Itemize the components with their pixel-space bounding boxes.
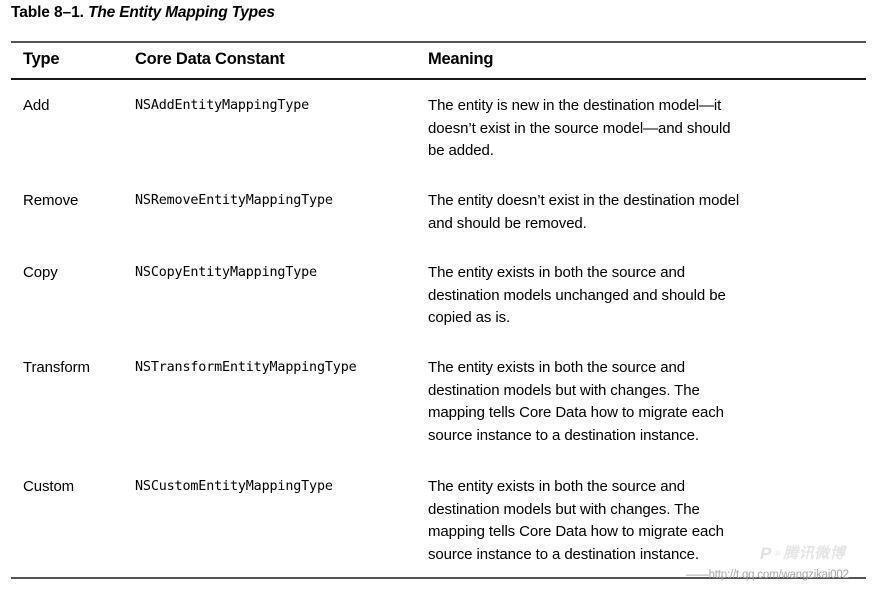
cell-meaning-line: The entity doesn’t exist in the destinat… — [428, 192, 740, 209]
cell-meaning-line: source instance to a destination instanc… — [428, 426, 699, 444]
cell-meaning-line: and should be removed. — [428, 214, 587, 232]
cell-meaning-line: The entity exists in both the source and — [428, 478, 685, 495]
cell-meaning-line: destination models but with changes. The — [428, 500, 700, 518]
cell-type: Copy — [23, 264, 58, 281]
cell-meaning-line: The entity is new in the destination mod… — [428, 97, 722, 114]
cell-meaning-line: mapping tells Core Data how to migrate e… — [428, 404, 724, 421]
cell-meaning-line: doesn’t exist in the source model—and sh… — [428, 119, 731, 137]
cell-type: Remove — [23, 192, 79, 209]
cell-core-data-constant: NSCopyEntityMappingType — [135, 265, 317, 280]
cell-meaning-line: destination models unchanged and should … — [428, 286, 726, 304]
table-page: Table 8–1. The Entity Mapping Types Type… — [0, 0, 880, 592]
cell-meaning: The entity exists in both the source and… — [428, 357, 868, 447]
cell-type: Transform — [23, 359, 90, 376]
cell-meaning: The entity exists in both the source and… — [428, 476, 868, 566]
cell-meaning-line: The entity exists in both the source and — [428, 359, 685, 376]
cell-meaning-line: be added. — [428, 142, 494, 159]
cell-type: Custom — [23, 478, 75, 495]
cell-meaning-line: source instance to a destination instanc… — [428, 545, 699, 563]
cell-meaning: The entity is new in the destination mod… — [428, 95, 868, 163]
table-body: Add NSAddEntityMappingType The entity is n… — [0, 0, 880, 592]
cell-core-data-constant: NSCustomEntityMappingType — [135, 479, 333, 494]
cell-meaning: The entity doesn’t exist in the destinat… — [428, 190, 868, 235]
cell-core-data-constant: NSRemoveEntityMappingType — [135, 193, 333, 208]
cell-meaning: The entity exists in both the source and… — [428, 262, 868, 330]
cell-core-data-constant: NSAddEntityMappingType — [135, 98, 310, 113]
cell-meaning-line: destination models but with changes. The — [428, 381, 700, 399]
cell-meaning-line: The entity exists in both the source and — [428, 264, 685, 281]
table-bottom-rule — [11, 577, 866, 579]
cell-meaning-line: copied as is. — [428, 309, 511, 326]
cell-meaning-line: mapping tells Core Data how to migrate e… — [428, 523, 724, 540]
cell-type: Add — [23, 97, 50, 114]
cell-core-data-constant: NSTransformEntityMappingType — [135, 360, 357, 375]
